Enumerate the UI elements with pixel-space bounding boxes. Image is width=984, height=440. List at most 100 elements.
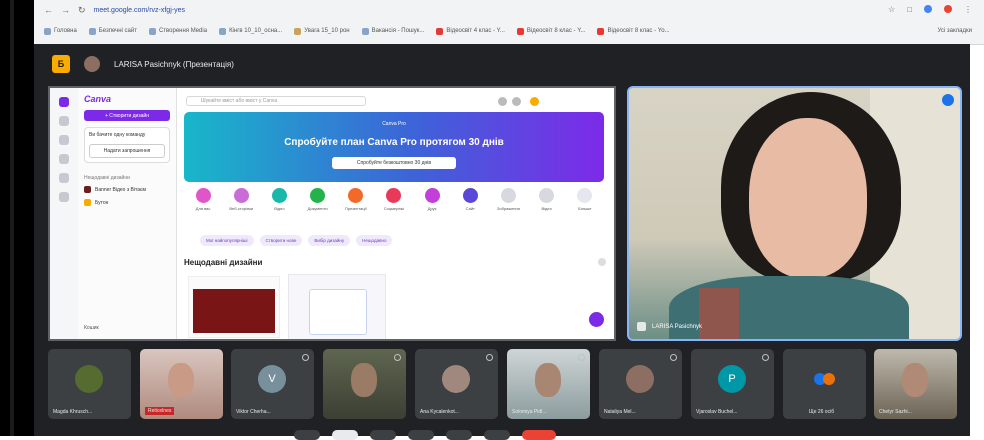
bookmark-item[interactable]: Вiдеосвiт 8 клас - Y... xyxy=(516,27,585,35)
category-item[interactable]: Відео xyxy=(264,188,294,224)
meet-window: Б LARISA Pasichnyk (Презентація) Canva +… xyxy=(34,44,970,440)
shared-screen[interactable]: Canva + Створити дизайн Ви бачите одну к… xyxy=(48,86,616,341)
help-fab[interactable] xyxy=(589,312,604,327)
category-item[interactable]: Сайт xyxy=(455,188,485,224)
captions-button[interactable] xyxy=(370,430,396,440)
chip-row: Мої найпопулярніші Створити нове Вибір д… xyxy=(200,235,610,247)
participant-tile[interactable]: P Vjaroslav Buchel... xyxy=(691,349,774,419)
url-text[interactable]: meet.google.com/rvz-xfgj-yes xyxy=(94,7,185,14)
category-item[interactable]: Веб-сторінки xyxy=(226,188,256,224)
participant-tile[interactable]: Reticelnes xyxy=(140,349,223,419)
participant-tile[interactable]: Nataliya Mel... xyxy=(599,349,682,419)
bookmark-item[interactable]: Створення Media xyxy=(148,27,207,35)
speaker-tile[interactable]: LARISA Pasichnyk xyxy=(627,86,962,341)
chip[interactable]: Створити нове xyxy=(259,235,303,246)
bookmark-item[interactable]: Головна xyxy=(44,27,77,35)
chip[interactable]: Мої найпопулярніші xyxy=(200,235,254,246)
trash-link[interactable]: Кошик xyxy=(84,325,99,331)
recent-label: Нещодавні дизайни xyxy=(84,175,130,181)
avatar xyxy=(75,365,103,393)
participant-tile[interactable]: Magda Khrusch... xyxy=(48,349,131,419)
forward-icon[interactable]: → xyxy=(61,5,70,15)
category-item[interactable]: Зображення xyxy=(493,188,523,224)
recent-item[interactable]: Бутон xyxy=(78,196,176,209)
participant-filmstrip: Magda Khrusch... Reticelnes V Viktor Che… xyxy=(48,349,960,419)
home-icon[interactable] xyxy=(59,97,69,107)
invite-button[interactable]: Надати запрошення xyxy=(89,144,165,158)
projects-icon[interactable] xyxy=(59,116,69,126)
bookmark-item[interactable]: Безпечні сайт xyxy=(88,27,137,35)
templates-icon[interactable] xyxy=(59,135,69,145)
team-card-text: Ви бачите одну команду xyxy=(89,132,146,138)
design-thumbnail[interactable] xyxy=(188,276,280,338)
avatar: P xyxy=(718,365,746,393)
mic-off-icon xyxy=(302,354,309,361)
banner-tag: Canva Pro xyxy=(382,121,406,127)
raise-hand-button[interactable] xyxy=(408,430,434,440)
bookmark-item[interactable]: Вiдеосвiт 8 клас - Yo... xyxy=(597,27,670,35)
url-bar[interactable]: ← → ↻ meet.google.com/rvz-xfgj-yes xyxy=(34,0,984,20)
all-bookmarks[interactable]: Усi закладки xyxy=(937,28,984,34)
category-item[interactable]: Для вас xyxy=(188,188,218,224)
mic-off-icon xyxy=(486,354,493,361)
pro-banner: Canva Pro Спробуйте план Canva Pro протя… xyxy=(184,112,604,182)
present-button[interactable] xyxy=(446,430,472,440)
mic-off-icon xyxy=(762,354,769,361)
brand-icon[interactable] xyxy=(59,154,69,164)
design-thumbnail[interactable] xyxy=(288,274,386,339)
apps-icon[interactable] xyxy=(59,173,69,183)
mic-off-icon xyxy=(670,354,677,361)
canva-side-panel: Canva + Створити дизайн Ви бачите одну к… xyxy=(78,88,177,339)
avatar xyxy=(626,365,654,393)
call-controls xyxy=(294,430,714,440)
canva-rail xyxy=(50,88,79,339)
participant-tile[interactable] xyxy=(323,349,406,419)
try-pro-button[interactable]: Спробуйте безкоштовно 30 днів xyxy=(332,157,456,169)
participant-tile[interactable]: Solomiya Pidl... xyxy=(507,349,590,419)
bookmark-item[interactable]: Вiдеосвiт 4 клас - Y... xyxy=(436,27,505,35)
bookmark-item[interactable]: Кiнгв 10_10_осна... xyxy=(219,27,282,35)
speaker-name-label: LARISA Pasichnyk xyxy=(637,322,702,331)
presenter-avatar xyxy=(84,56,100,72)
mic-button[interactable] xyxy=(294,430,320,440)
menu-icon[interactable]: ⋮ xyxy=(964,5,972,14)
participant-tile[interactable]: V Viktor Cherha... xyxy=(231,349,314,419)
left-edge-area xyxy=(0,0,34,436)
create-design-button[interactable]: + Створити дизайн xyxy=(84,110,170,121)
mic-off-icon xyxy=(578,354,585,361)
extensions-icon[interactable]: □ xyxy=(907,5,912,14)
chip[interactable]: Вибір дизайну xyxy=(308,235,351,246)
participant-tile[interactable]: Ana Kycalenkot... xyxy=(415,349,498,419)
recent-item[interactable]: Banner Вiдео з Вiтаєм xyxy=(78,183,176,196)
category-item[interactable]: Соцмережі xyxy=(379,188,409,224)
category-item[interactable]: Документи xyxy=(303,188,333,224)
bookmark-star-icon[interactable]: ☆ xyxy=(888,5,895,14)
avatar xyxy=(442,365,470,393)
canva-main: Canva Pro Спробуйте план Canva Pro протя… xyxy=(176,88,614,339)
chip[interactable]: Нещодавно xyxy=(356,235,393,246)
presenter-title: LARISA Pasichnyk (Презентація) xyxy=(114,59,234,69)
more-icon[interactable] xyxy=(59,192,69,202)
reload-icon[interactable]: ↻ xyxy=(78,5,86,16)
category-row: Для вас Веб-сторінки Відео Документи Пре… xyxy=(184,188,604,224)
meet-logo-icon: Б xyxy=(52,55,70,73)
category-item[interactable]: Більше xyxy=(570,188,600,224)
category-item[interactable]: Відео xyxy=(532,188,562,224)
bookmarks-bar: Головна Безпечні сайт Створення Media Кi… xyxy=(34,21,984,41)
profile-icon[interactable] xyxy=(924,5,932,13)
bookmark-item[interactable]: Увага 15_10 рон xyxy=(294,27,350,35)
camera-button[interactable] xyxy=(332,430,358,440)
leave-call-button[interactable] xyxy=(522,430,556,440)
back-icon[interactable]: ← xyxy=(44,5,53,15)
category-item[interactable]: Презентації xyxy=(341,188,371,224)
extension-red-icon[interactable] xyxy=(944,5,952,13)
speaking-indicator-icon xyxy=(942,94,954,106)
participant-tile[interactable]: Chetyr Sazhi... xyxy=(874,349,957,419)
more-options-button[interactable] xyxy=(484,430,510,440)
category-item[interactable]: Друк xyxy=(417,188,447,224)
bookmark-item[interactable]: Вакансiя - Пошук... xyxy=(361,27,424,35)
canva-logo: Canva xyxy=(84,94,112,104)
more-arrow-icon[interactable] xyxy=(598,258,606,266)
more-participants-tile[interactable]: Ще 26 осіб xyxy=(783,349,866,419)
browser-actions: ☆ □ ⋮ xyxy=(888,5,972,14)
